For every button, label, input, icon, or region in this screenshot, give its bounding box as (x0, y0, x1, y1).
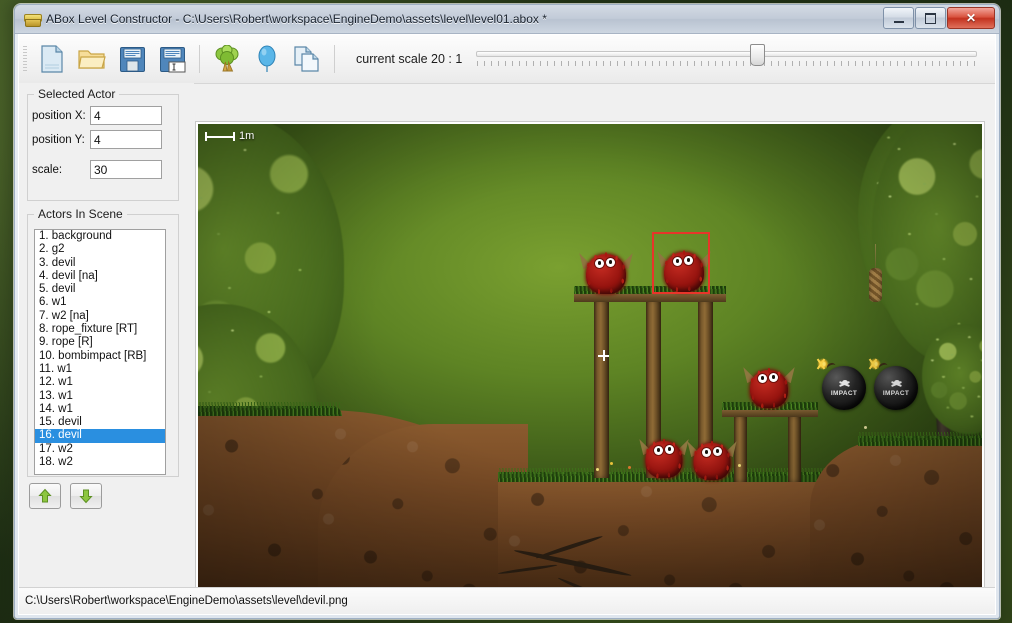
title-bar: ABox Level Constructor - C:\Users\Robert… (15, 5, 999, 34)
canvas-vignette (198, 124, 982, 602)
toolbar-grip[interactable] (23, 46, 27, 72)
maximize-icon (925, 13, 936, 24)
save-as-button[interactable] (154, 41, 190, 77)
window-title: ABox Level Constructor - C:\Users\Robert… (46, 12, 547, 26)
arrow-down-icon (78, 488, 94, 504)
minimize-button[interactable] (883, 7, 914, 29)
level-canvas[interactable]: IMPACT IMPACT (198, 124, 982, 602)
balloon-icon (255, 45, 279, 73)
actor-list-item[interactable]: 11. w1 (35, 363, 165, 376)
scale-field[interactable] (90, 160, 162, 179)
scale-slider[interactable] (476, 42, 977, 76)
actor-list-item[interactable]: 5. devil (35, 283, 165, 296)
actor-list-item[interactable]: 8. rope_fixture [RT] (35, 323, 165, 336)
actor-list-item[interactable]: 10. bombimpact [RB] (35, 350, 165, 363)
actor-list-item[interactable]: 1. background (35, 230, 165, 243)
scale-row: scale: (32, 160, 178, 179)
selection-box[interactable] (652, 232, 710, 294)
minimize-icon (894, 21, 904, 23)
actor-list-item[interactable]: 12. w1 (35, 376, 165, 389)
arrow-up-icon (37, 488, 53, 504)
level-canvas-frame: IMPACT IMPACT (195, 121, 985, 605)
position-x-field[interactable] (90, 106, 162, 125)
actor-list-item[interactable]: 14. w1 (35, 403, 165, 416)
scale-ruler: 1m (205, 130, 254, 142)
actors-in-scene-group: Actors In Scene 1. background2. g23. dev… (27, 207, 179, 477)
ruler-bar-icon (205, 132, 235, 141)
floppy-save-icon (119, 46, 146, 73)
selected-actor-legend: Selected Actor (34, 87, 119, 101)
actors-list[interactable]: 1. background2. g23. devil4. devil [na]5… (34, 229, 166, 475)
floppy-save-as-icon (159, 46, 186, 73)
client-area: current scale 20 : 1 Selected Actor posi… (18, 34, 996, 615)
actor-list-item[interactable]: 6. w1 (35, 296, 165, 309)
close-button[interactable]: ✕ (947, 7, 995, 29)
toolbar: current scale 20 : 1 (19, 35, 995, 84)
status-bar: C:\Users\Robert\workspace\EngineDemo\ass… (19, 587, 995, 614)
new-document-icon (39, 45, 65, 73)
toolbar-separator (199, 45, 200, 73)
position-y-field[interactable] (90, 130, 162, 149)
selected-actor-group: Selected Actor position X: position Y: s… (27, 87, 179, 201)
actor-list-item[interactable]: 17. w2 (35, 443, 165, 456)
scale-label: scale: (32, 164, 90, 176)
copy-pages-icon (293, 45, 321, 73)
actor-list-item[interactable]: 3. devil (35, 257, 165, 270)
status-path-text: C:\Users\Robert\workspace\EngineDemo\ass… (19, 595, 348, 607)
actors-in-scene-legend: Actors In Scene (34, 207, 127, 221)
actor-list-item[interactable]: 4. devil [na] (35, 270, 165, 283)
position-x-row: position X: (32, 106, 178, 125)
slider-ticks (477, 61, 976, 66)
position-y-row: position Y: (32, 130, 178, 149)
add-balloon-button[interactable] (249, 41, 285, 77)
current-scale-label: current scale 20 : 1 (342, 52, 476, 66)
reorder-buttons (29, 483, 102, 509)
application-window: ABox Level Constructor - C:\Users\Robert… (14, 4, 1000, 619)
slider-thumb[interactable] (750, 44, 765, 66)
toolbar-separator-2 (334, 45, 335, 73)
position-x-label: position X: (32, 110, 90, 122)
actor-list-item[interactable]: 2. g2 (35, 243, 165, 256)
actor-list-item[interactable]: 16. devil (35, 429, 165, 442)
ruler-label: 1m (239, 130, 254, 142)
move-down-button[interactable] (70, 483, 102, 509)
cursor-crosshair (598, 350, 609, 361)
left-panel: Selected Actor position X: position Y: s… (19, 83, 194, 578)
slider-track (476, 51, 977, 57)
copy-button[interactable] (289, 41, 325, 77)
actor-list-item[interactable]: 13. w1 (35, 390, 165, 403)
maximize-button[interactable] (915, 7, 946, 29)
actor-list-item[interactable]: 18. w2 (35, 456, 165, 469)
add-tree-button[interactable] (209, 41, 245, 77)
actor-list-item[interactable]: 7. w2 [na] (35, 310, 165, 323)
window-controls: ✕ (883, 7, 995, 29)
open-file-button[interactable] (74, 41, 110, 77)
position-y-label: position Y: (32, 134, 90, 146)
new-file-button[interactable] (34, 41, 70, 77)
box-icon (24, 11, 40, 27)
move-up-button[interactable] (29, 483, 61, 509)
actor-list-item[interactable]: 9. rope [R] (35, 336, 165, 349)
tree-icon (213, 45, 241, 73)
actor-list-item[interactable]: 15. devil (35, 416, 165, 429)
open-folder-icon (78, 46, 106, 72)
save-button[interactable] (114, 41, 150, 77)
